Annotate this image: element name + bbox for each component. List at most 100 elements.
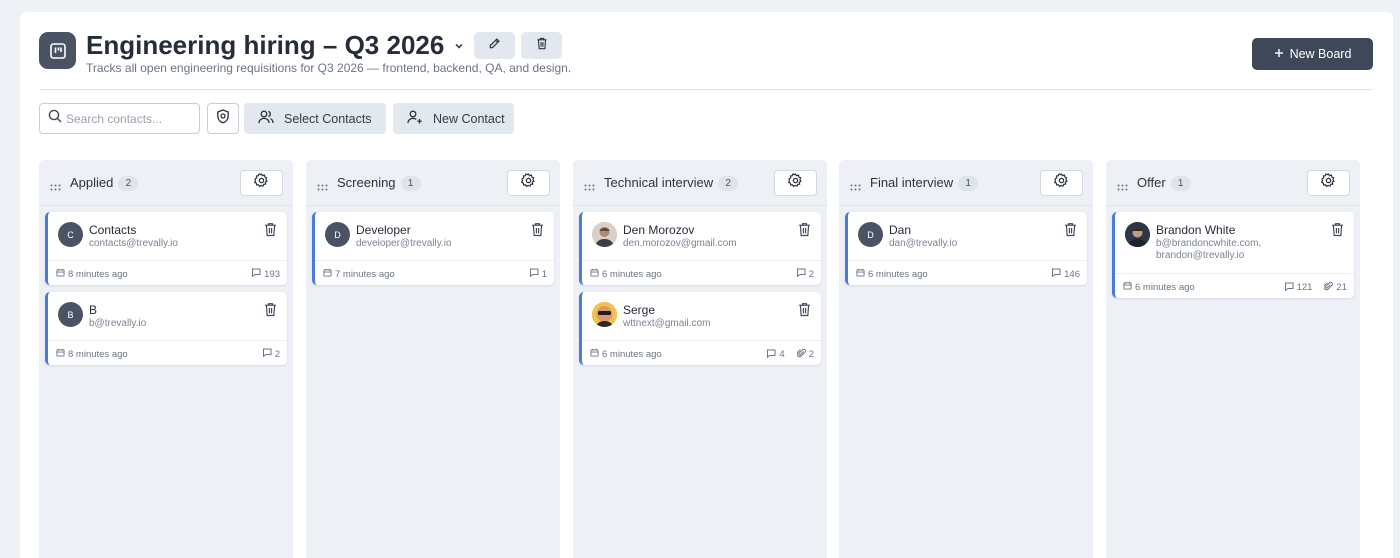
- card-time: 8 minutes ago: [56, 268, 128, 280]
- avatar: [592, 222, 617, 247]
- page-title: Engineering hiring – Q3 2026: [86, 30, 445, 60]
- drag-handle-icon[interactable]: [317, 179, 329, 197]
- time-text: 8 minutes ago: [68, 348, 128, 360]
- contact-card[interactable]: D Developer developer@trevally.io 7 minu…: [312, 212, 554, 285]
- card-footer: 8 minutes ago 193: [48, 260, 287, 285]
- user-plus-icon: [407, 110, 423, 127]
- avatar: D: [858, 222, 883, 247]
- contact-name: B: [89, 303, 98, 317]
- trash-icon[interactable]: [1064, 222, 1077, 242]
- column-title: Offer 1: [1137, 175, 1191, 191]
- paperclip-icon: [796, 348, 806, 361]
- header-divider: [39, 89, 1373, 90]
- avatar: [592, 302, 617, 327]
- edit-board-button[interactable]: [474, 32, 515, 59]
- chevron-down-icon[interactable]: [453, 39, 465, 57]
- shield-icon: [216, 108, 230, 129]
- comment-icon: [251, 268, 261, 280]
- column-settings-button[interactable]: [1040, 170, 1083, 196]
- contact-name: Developer: [356, 223, 411, 237]
- card-time: 8 minutes ago: [56, 348, 128, 360]
- contact-card[interactable]: Brandon White b@brandoncwhite.com, brand…: [1112, 212, 1354, 298]
- card-time: 6 minutes ago: [590, 268, 662, 280]
- drag-handle-icon[interactable]: [584, 179, 596, 197]
- count-badge: 1: [1170, 176, 1191, 191]
- calendar-icon: [323, 268, 332, 280]
- select-contacts-button[interactable]: Select Contacts: [244, 103, 386, 134]
- trash-icon[interactable]: [798, 222, 811, 242]
- card-meta: 1: [529, 268, 547, 280]
- count-badge: 1: [958, 176, 979, 191]
- comment-count: 121: [1296, 282, 1313, 293]
- calendar-icon: [56, 348, 65, 360]
- column-applied: Applied 2 C Contacts contacts@trevally.io…: [39, 160, 293, 558]
- trash-icon[interactable]: [531, 222, 544, 242]
- trash-icon[interactable]: [798, 302, 811, 322]
- card-meta: 146: [1051, 268, 1080, 280]
- drag-handle-icon[interactable]: [1117, 179, 1129, 197]
- column-title-text: Final interview: [870, 175, 954, 190]
- card-footer: 8 minutes ago 2: [48, 340, 287, 365]
- drag-handle-icon[interactable]: [50, 179, 62, 197]
- column-offer: Offer 1 Brandon White b@brandoncwhite.com…: [1106, 160, 1360, 558]
- board-description: Tracks all open engineering requisitions…: [86, 61, 572, 75]
- column-settings-button[interactable]: [1307, 170, 1350, 196]
- column-header: Final interview 1: [839, 160, 1093, 206]
- card-footer: 6 minutes ago 121 21: [1115, 273, 1354, 298]
- comment-count: 1: [541, 268, 547, 280]
- contact-card[interactable]: D Dan dan@trevally.io 6 minutes ago 146: [845, 212, 1087, 285]
- contact-email: den.morozov@gmail.com: [623, 238, 737, 249]
- card-time: 6 minutes ago: [856, 268, 928, 280]
- column-settings-button[interactable]: [240, 170, 283, 196]
- calendar-icon: [590, 268, 599, 280]
- card-time: 6 minutes ago: [590, 348, 662, 360]
- pencil-icon: [488, 37, 501, 55]
- contact-email: b@trevally.io: [89, 318, 147, 329]
- contact-card[interactable]: Serge wttnext@gmail.com 6 minutes ago 4 …: [579, 292, 821, 365]
- card-footer: 6 minutes ago 146: [848, 260, 1087, 285]
- trash-icon[interactable]: [264, 222, 277, 242]
- column-header: Technical interview 2: [573, 160, 827, 206]
- search-box[interactable]: [39, 103, 200, 134]
- trash-icon[interactable]: [1331, 222, 1344, 242]
- avatar: C: [58, 222, 83, 247]
- contact-email: contacts@trevally.io: [89, 238, 178, 249]
- trash-icon[interactable]: [264, 302, 277, 322]
- contact-card[interactable]: B B b@trevally.io 8 minutes ago 2: [45, 292, 287, 365]
- comment-count: 2: [808, 268, 814, 280]
- attachment-count: 2: [808, 349, 814, 360]
- calendar-icon: [856, 268, 865, 280]
- comment-icon: [529, 268, 539, 280]
- drag-handle-icon[interactable]: [850, 179, 862, 197]
- new-contact-button[interactable]: New Contact: [393, 103, 514, 134]
- avatar: D: [325, 222, 350, 247]
- time-text: 6 minutes ago: [1135, 281, 1195, 293]
- filter-shield-button[interactable]: [207, 103, 239, 134]
- column-settings-button[interactable]: [774, 170, 817, 196]
- contact-card[interactable]: C Contacts contacts@trevally.io 8 minute…: [45, 212, 287, 285]
- column-final-interview: Final interview 1 D Dan dan@trevally.io 6…: [839, 160, 1093, 558]
- column-header: Offer 1: [1106, 160, 1360, 206]
- time-text: 8 minutes ago: [68, 268, 128, 280]
- gear-icon: [1320, 173, 1336, 193]
- plus-icon: [1274, 47, 1284, 61]
- calendar-icon: [1123, 281, 1132, 293]
- select-contacts-label: Select Contacts: [284, 111, 372, 126]
- card-footer: 6 minutes ago 4 2: [582, 340, 821, 365]
- column-title: Screening 1: [337, 175, 421, 191]
- search-input[interactable]: [66, 111, 196, 126]
- comment-count: 193: [264, 268, 280, 280]
- new-board-button[interactable]: New Board: [1252, 38, 1373, 70]
- card-footer: 6 minutes ago 2: [582, 260, 821, 285]
- contact-card[interactable]: Den Morozov den.morozov@gmail.com 6 minu…: [579, 212, 821, 285]
- contact-email: b@brandoncwhite.com, brandon@trevally.io: [1156, 238, 1262, 261]
- delete-board-button[interactable]: [521, 32, 562, 59]
- column-title-text: Offer: [1137, 175, 1166, 190]
- contact-email: wttnext@gmail.com: [623, 318, 711, 329]
- gear-icon: [253, 173, 269, 193]
- column-settings-button[interactable]: [507, 170, 550, 196]
- gear-icon: [520, 173, 536, 193]
- search-icon: [48, 109, 62, 128]
- column-header: Screening 1: [306, 160, 560, 206]
- calendar-icon: [590, 348, 599, 360]
